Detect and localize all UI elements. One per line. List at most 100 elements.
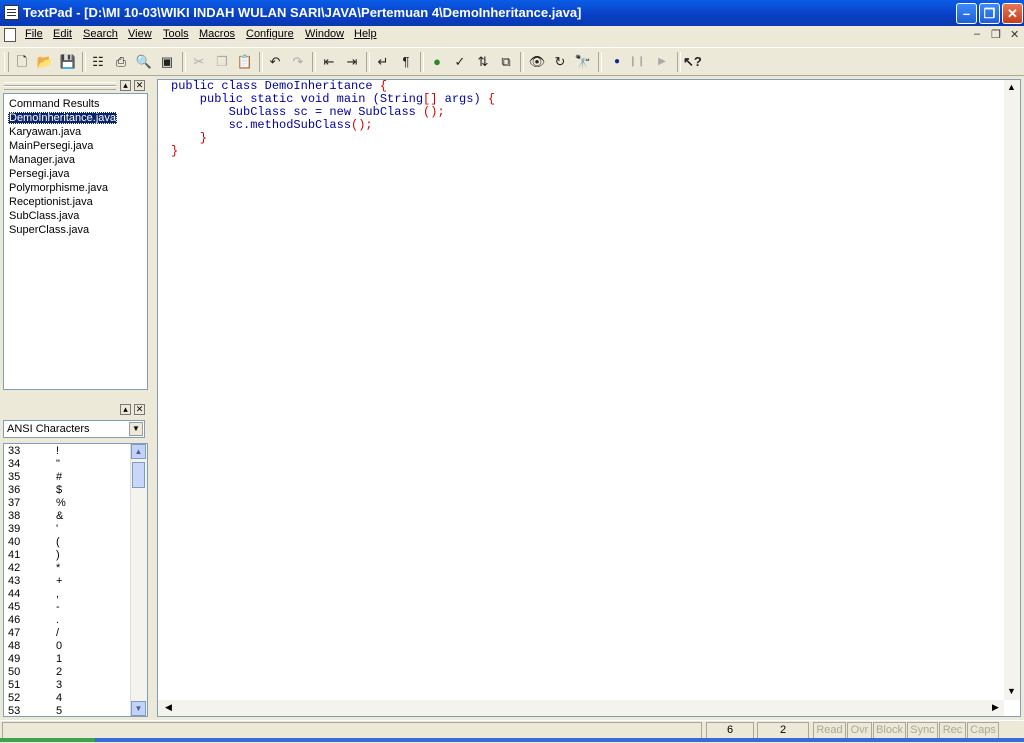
document-list-item[interactable]: Persegi.java [9, 168, 70, 180]
scroll-down-icon[interactable]: ▼ [131, 701, 146, 716]
scroll-thumb[interactable] [132, 462, 145, 488]
ansi-char-row[interactable]: 35 # [8, 471, 128, 484]
ansi-char-row[interactable]: 36 $ [8, 484, 128, 497]
ansi-char-row[interactable]: 46. [8, 614, 128, 627]
code-text[interactable]: public class DemoInheritance { public st… [171, 80, 495, 158]
editor-horizontal-scrollbar[interactable]: ◀ ▶ [158, 700, 1004, 716]
panel-close-icon[interactable]: ✕ [134, 80, 145, 91]
code-line[interactable]: sc.methodSubClass(); [171, 119, 495, 132]
spelling-icon[interactable]: ✓ [451, 53, 469, 71]
scroll-up-icon[interactable]: ▲ [1004, 80, 1019, 95]
menu-configure[interactable]: Configure [246, 28, 294, 40]
menu-macros[interactable]: Macros [199, 28, 235, 40]
editor-pane[interactable]: public class DemoInheritance { public st… [157, 79, 1021, 717]
menu-search[interactable]: Search [83, 28, 118, 40]
ansi-char-row[interactable]: 44, [8, 588, 128, 601]
doc-minimize-button[interactable]: – [974, 28, 980, 40]
record-macro-icon[interactable]: ● [608, 53, 626, 71]
chevron-down-icon[interactable]: ▼ [129, 422, 143, 436]
menu-file[interactable]: File [25, 28, 43, 40]
close-button[interactable]: ✕ [1002, 3, 1023, 24]
code-line[interactable]: } [171, 132, 495, 145]
document-list-item[interactable]: DemoInheritance.java [8, 112, 118, 124]
ansi-char-row[interactable]: 43 + [8, 575, 128, 588]
ansi-char-row[interactable]: 47 / [8, 627, 128, 640]
paste-icon[interactable]: 📋 [236, 53, 254, 71]
scroll-down-icon[interactable]: ▼ [1004, 684, 1019, 699]
editor-vertical-scrollbar[interactable]: ▲ ▼ [1004, 80, 1020, 700]
ansi-char-row[interactable]: 41) [8, 549, 128, 562]
ansi-char-row[interactable]: 38 & [8, 510, 128, 523]
ansi-character-list[interactable]: 53 5 52 4 51 3 50 2 49 1 48 0 47/46. 45-44, 43 +42 * 41) 4… [3, 443, 148, 717]
web-browser-icon[interactable]: ● [428, 53, 446, 71]
copy-icon[interactable]: ❐ [213, 53, 231, 71]
panel-close-icon[interactable]: ✕ [134, 404, 145, 415]
scroll-left-icon[interactable]: ◀ [161, 700, 176, 715]
panel-maximize-icon[interactable]: ▴ [120, 404, 131, 415]
ansi-char-row[interactable]: 34 " [8, 458, 128, 471]
replace-icon[interactable]: ↻ [551, 53, 569, 71]
doc-restore-button[interactable]: ❐ [991, 28, 1001, 41]
scroll-right-icon[interactable]: ▶ [988, 700, 1003, 715]
visible-spaces-icon[interactable]: ¶ [397, 53, 415, 71]
ansi-char-row[interactable]: 51 3 [8, 679, 128, 692]
ansi-char-row[interactable]: 48 0 [8, 640, 128, 653]
open-folder-icon[interactable]: 📂 [36, 53, 54, 71]
save-icon[interactable]: 💾 [59, 53, 77, 71]
ansi-char-row[interactable]: 45 - [8, 601, 128, 614]
menu-tools[interactable]: Tools [163, 28, 189, 40]
minimize-button[interactable]: – [956, 3, 977, 24]
document-list-item[interactable]: SuperClass.java [9, 224, 89, 236]
ansi-char-row[interactable]: 53 5 [8, 705, 128, 716]
ansi-char-row[interactable]: 37% [8, 497, 128, 510]
document-icon[interactable] [4, 28, 16, 42]
context-help-icon[interactable]: ↖? [683, 53, 702, 71]
ansi-char-row[interactable]: 42 * [8, 562, 128, 575]
redo-icon[interactable]: ↷ [289, 53, 307, 71]
print-preview-icon[interactable]: 🔍 [135, 53, 153, 71]
decrease-indent-icon[interactable]: ⇤ [320, 53, 338, 71]
compare-files-icon[interactable]: ⧉ [497, 53, 515, 71]
panel-grip[interactable] [4, 86, 116, 90]
menu-edit[interactable]: Edit [53, 28, 72, 40]
document-list-item[interactable]: Command Results [9, 98, 99, 110]
find-in-files-icon[interactable]: 🔭 [574, 53, 592, 71]
doc-close-button[interactable]: ✕ [1010, 28, 1019, 41]
cut-icon[interactable]: ✂ [190, 53, 208, 71]
undo-icon[interactable]: ↶ [266, 53, 284, 71]
document-list-item[interactable]: Manager.java [9, 154, 75, 166]
ansi-char-row[interactable]: 33! [8, 445, 128, 458]
ansi-char-row[interactable]: 52 4 [8, 692, 128, 705]
word-wrap-icon[interactable]: ↵ [374, 53, 392, 71]
textpad-app-icon[interactable] [4, 5, 19, 20]
pause-macro-icon[interactable]: ❙❙ [628, 53, 646, 71]
document-list-item[interactable]: Polymorphisme.java [9, 182, 108, 194]
document-selector-list[interactable]: Command Results DemoInheritance.java Karya… [3, 93, 148, 390]
manage-files-icon[interactable]: ▣ [158, 53, 176, 71]
restore-button[interactable]: ❐ [979, 3, 1000, 24]
document-list-item[interactable]: SubClass.java [9, 210, 79, 222]
code-line[interactable]: } [171, 145, 495, 158]
document-list-item[interactable]: Receptionist.java [9, 196, 93, 208]
charlist-scrollbar[interactable]: ▲ ▼ [130, 444, 147, 716]
ansi-char-row[interactable]: 49 1 [8, 653, 128, 666]
ansi-char-row[interactable]: 40 ( [8, 536, 128, 549]
menu-window[interactable]: Window [305, 28, 344, 40]
ansi-char-row[interactable]: 39 ' [8, 523, 128, 536]
find-icon[interactable]: 👁 [528, 53, 546, 71]
document-list-item[interactable]: MainPersegi.java [9, 140, 93, 152]
print-icon[interactable]: ⎙ [112, 53, 130, 71]
scroll-up-icon[interactable]: ▲ [131, 444, 146, 459]
save-all-icon[interactable]: ☷ [89, 53, 107, 71]
clip-library-select[interactable]: ANSI Characters ▼ [3, 420, 145, 438]
ansi-char-row[interactable]: 50 2 [8, 666, 128, 679]
increase-indent-icon[interactable]: ⇥ [343, 53, 361, 71]
panel-maximize-icon[interactable]: ▴ [120, 80, 131, 91]
menu-help[interactable]: Help [354, 28, 377, 40]
play-macro-icon[interactable]: ▶ [653, 53, 671, 71]
new-file-icon[interactable]: 🗋 [13, 53, 31, 71]
sort-icon[interactable]: ⇅ [474, 53, 492, 71]
menu-view[interactable]: View [128, 28, 152, 40]
toolbar-grip[interactable] [4, 52, 9, 72]
document-list-item[interactable]: Karyawan.java [9, 126, 81, 138]
